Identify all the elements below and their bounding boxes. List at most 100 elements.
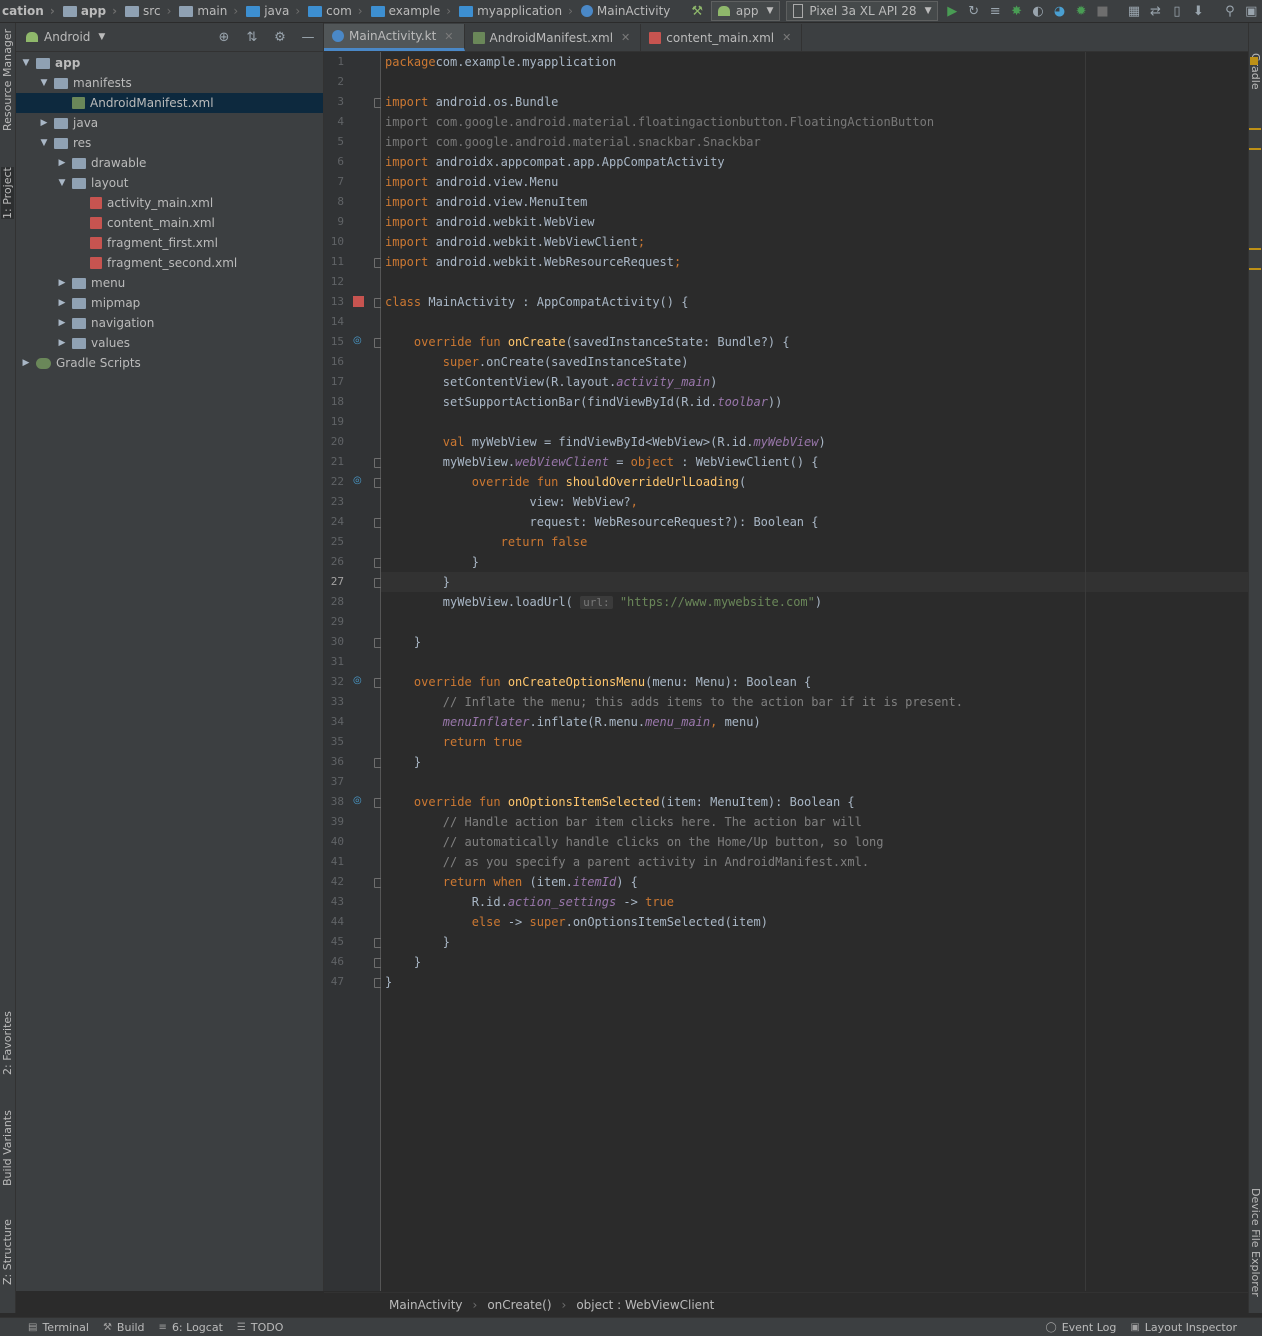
expand-arrow-icon[interactable]: ▼ (20, 58, 32, 68)
tab-androidmanifest-xml[interactable]: AndroidManifest.xml ✕ (465, 24, 642, 51)
override-marker-icon[interactable]: ◎ (353, 675, 362, 686)
close-icon[interactable]: ✕ (782, 31, 791, 44)
collapse-arrow-icon[interactable]: ▶ (56, 158, 68, 168)
breadcrumb-item[interactable]: cation › (0, 4, 61, 18)
collapse-arrow-icon[interactable]: ▶ (38, 118, 50, 128)
logcat-tool-button[interactable]: ≡ 6: Logcat (159, 1321, 223, 1334)
tree-item[interactable]: ▶ Gradle Scripts (16, 353, 323, 373)
project-structure-icon[interactable]: ▦ (1123, 2, 1144, 20)
code-line: import android.view.MenuItem (385, 195, 588, 209)
collapse-arrow-icon[interactable]: ▶ (56, 338, 68, 348)
sync-gradle-icon[interactable]: ⇄ (1145, 2, 1166, 20)
tab-content-main-xml[interactable]: content_main.xml ✕ (641, 24, 803, 51)
debug-icon[interactable]: ✸ (1006, 2, 1027, 20)
build-variants-tab[interactable]: Build Variants (1, 1110, 14, 1186)
breadcrumb-item[interactable]: java › (244, 4, 306, 18)
collapse-arrow-icon[interactable]: ▶ (56, 298, 68, 308)
tree-item[interactable]: ▼ app (16, 53, 323, 73)
breadcrumb-item[interactable]: com › (306, 4, 368, 18)
warning-marker[interactable] (1249, 268, 1261, 270)
warning-marker[interactable] (1249, 128, 1261, 130)
close-icon[interactable]: ✕ (621, 31, 630, 44)
inspection-indicator[interactable] (1250, 57, 1258, 65)
todo-tool-button[interactable]: ☰ TODO (237, 1321, 283, 1334)
tree-item[interactable]: activity_main.xml (16, 193, 323, 213)
breadcrumb-item[interactable]: MainActivity (579, 4, 673, 18)
apply-code-changes-icon[interactable]: ≡ (984, 2, 1005, 20)
collapse-arrow-icon[interactable]: ▶ (56, 278, 68, 288)
structure-tab[interactable]: Z: Structure (1, 1219, 14, 1285)
breadcrumb-object[interactable]: object : WebViewClient (576, 1298, 714, 1312)
breadcrumb-item[interactable]: src › (123, 4, 177, 18)
coverage-icon[interactable]: ◐ (1027, 2, 1048, 20)
breadcrumb-class[interactable]: MainActivity (389, 1298, 463, 1312)
speech-bubble-icon: ◯ (1045, 1321, 1057, 1333)
collapse-all-icon[interactable]: ⇅ (241, 28, 263, 46)
tree-item[interactable]: ▼ res (16, 133, 323, 153)
layout-file-icon[interactable] (353, 296, 364, 307)
gradle-icon (36, 357, 51, 369)
collapse-arrow-icon[interactable]: ▶ (20, 358, 32, 368)
tree-item[interactable]: ▶ navigation (16, 313, 323, 333)
tree-item[interactable]: ▶ mipmap (16, 293, 323, 313)
tree-item[interactable]: content_main.xml (16, 213, 323, 233)
apply-changes-icon[interactable]: ↻ (963, 2, 984, 20)
tree-item[interactable]: ▼ layout (16, 173, 323, 193)
tree-item[interactable]: ▶ values (16, 333, 323, 353)
tree-item[interactable]: ▼ manifests (16, 73, 323, 93)
attach-debugger-icon[interactable]: ✹ (1070, 2, 1091, 20)
expand-arrow-icon[interactable]: ▼ (38, 78, 50, 88)
run-config-select[interactable]: app ▼ (710, 1, 781, 21)
locate-icon[interactable]: ⊕ (213, 28, 235, 46)
project-tab[interactable]: 1: Project (1, 167, 14, 219)
tree-item[interactable]: ▶ drawable (16, 153, 323, 173)
tree-item[interactable]: fragment_second.xml (16, 253, 323, 273)
line-number: 37 (330, 775, 344, 788)
breadcrumb-item[interactable]: myapplication › (457, 4, 579, 18)
layout-icon[interactable]: ▣ (1241, 2, 1262, 20)
tree-item[interactable]: ▶ menu (16, 273, 323, 293)
tree-item[interactable]: AndroidManifest.xml (16, 93, 323, 113)
device-file-explorer-tab[interactable]: Device File Explorer (1249, 1188, 1262, 1297)
breadcrumb-method[interactable]: onCreate() (487, 1298, 551, 1312)
chevron-down-icon[interactable]: ▼ (98, 32, 105, 42)
code-line: } (385, 755, 422, 769)
tree-item[interactable]: ▶ java (16, 113, 323, 133)
favorites-tab[interactable]: 2: Favorites (1, 1011, 14, 1075)
breadcrumb-item[interactable]: main › (177, 4, 244, 18)
warning-marker[interactable] (1249, 148, 1261, 150)
override-marker-icon[interactable]: ◎ (353, 335, 362, 346)
minimize-icon[interactable]: — (297, 28, 319, 46)
layout-inspector-button[interactable]: ▣ Layout Inspector (1130, 1321, 1237, 1334)
collapse-arrow-icon[interactable]: ▶ (56, 318, 68, 328)
override-marker-icon[interactable]: ◎ (353, 475, 362, 486)
breadcrumb-item[interactable]: example › (369, 4, 457, 18)
line-number: 10 (330, 235, 344, 248)
tree-item[interactable]: fragment_first.xml (16, 233, 323, 253)
hammer-icon[interactable]: ⚒ (686, 2, 707, 20)
override-marker-icon[interactable]: ◎ (353, 795, 362, 806)
gear-icon[interactable]: ⚙ (269, 28, 291, 46)
code-editor[interactable]: packagecom.example.myapplication import a… (381, 52, 1248, 1291)
warning-marker[interactable] (1249, 248, 1261, 250)
terminal-tool-button[interactable]: ▤ Terminal (28, 1321, 89, 1334)
sdk-manager-icon[interactable]: ⬇ (1188, 2, 1209, 20)
build-tool-button[interactable]: ⚒ Build (103, 1321, 145, 1334)
stop-icon[interactable]: ■ (1092, 2, 1113, 20)
resource-manager-tab[interactable]: Resource Manager (1, 29, 14, 131)
tree-item-label: res (73, 136, 92, 150)
expand-arrow-icon[interactable]: ▼ (38, 138, 50, 148)
expand-arrow-icon[interactable]: ▼ (56, 178, 68, 188)
breadcrumb-item[interactable]: app › (61, 4, 123, 18)
tab-mainactivity-kt[interactable]: MainActivity.kt ✕ (324, 24, 465, 51)
close-icon[interactable]: ✕ (444, 30, 453, 43)
profiler-icon[interactable]: ◕ (1049, 2, 1070, 20)
event-log-button[interactable]: ◯ Event Log (1045, 1321, 1116, 1334)
project-view-select[interactable]: Android (44, 30, 90, 44)
xml-file-icon (90, 217, 102, 229)
avd-manager-icon[interactable]: ▯ (1166, 2, 1187, 20)
search-icon[interactable]: ⚲ (1219, 2, 1240, 20)
device-select[interactable]: Pixel 3a XL API 28 ▼ (786, 1, 939, 21)
run-icon[interactable]: ▶ (941, 2, 962, 20)
line-number: 12 (330, 275, 344, 288)
